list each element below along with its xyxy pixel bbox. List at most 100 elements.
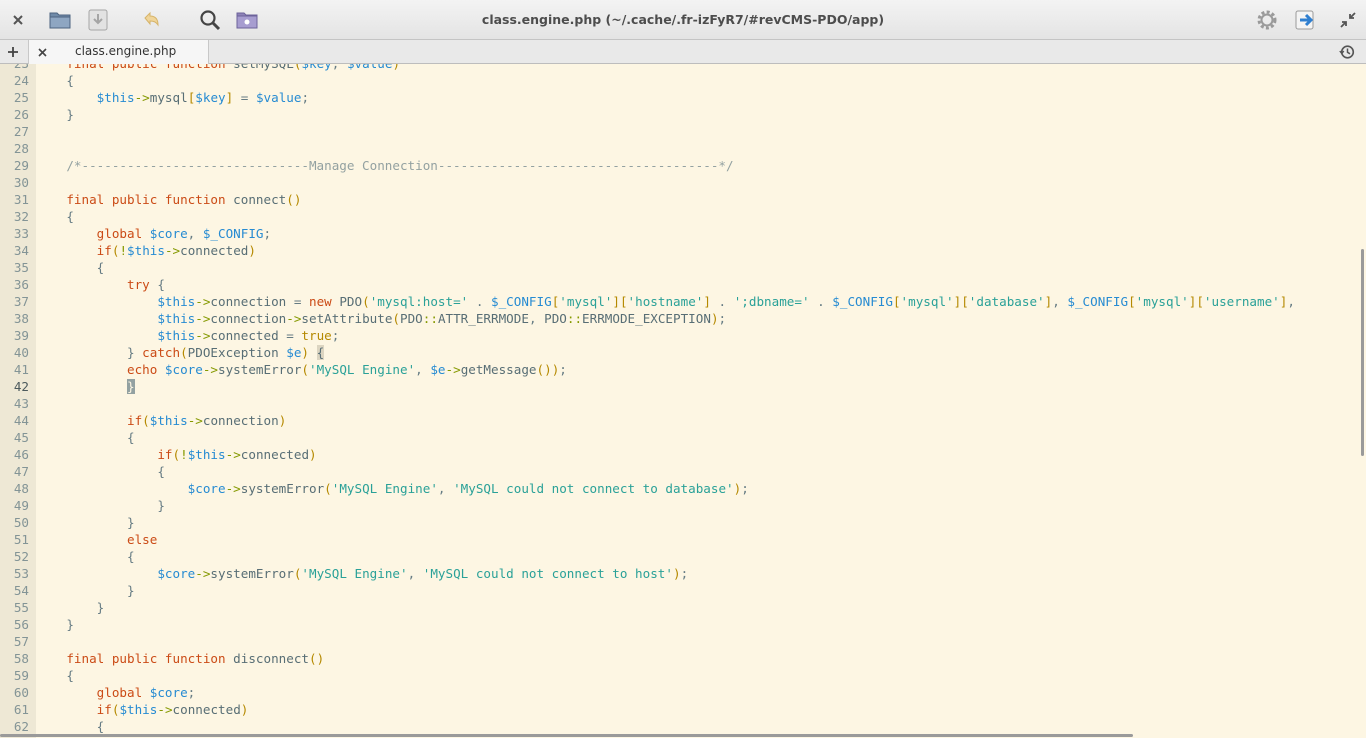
line-text: if($this->connected) (36, 701, 249, 718)
code-line[interactable]: 23 final public function setMySQL($key, … (14, 64, 1366, 72)
line-number: 39 (13, 328, 29, 343)
code-line[interactable]: 47 { (14, 463, 1366, 480)
code-line[interactable]: 27 (14, 123, 1366, 140)
code-line[interactable]: 43 (14, 395, 1366, 412)
code-line[interactable]: 54 } (14, 582, 1366, 599)
code-token: ][ (612, 294, 628, 309)
code-token: $this (187, 447, 226, 462)
code-line[interactable]: 26 } (14, 106, 1366, 123)
code-line[interactable]: 51 else (14, 531, 1366, 548)
code-line[interactable]: 60 global $core; (14, 684, 1366, 701)
share-button[interactable] (1290, 5, 1322, 35)
code-line[interactable]: 28 (14, 140, 1366, 157)
code-line[interactable]: 48 $core->systemError('MySQL Engine', 'M… (14, 480, 1366, 497)
tab-close-button[interactable] (35, 45, 49, 59)
code-line[interactable]: 31 final public function connect() (14, 191, 1366, 208)
code-line[interactable]: 57 (14, 633, 1366, 650)
code-line[interactable]: 29 /*------------------------------Manag… (14, 157, 1366, 174)
code-line[interactable]: 33 global $core, $_CONFIG; (14, 225, 1366, 242)
code-line[interactable]: 59 { (14, 667, 1366, 684)
code-token: systemError (218, 362, 302, 377)
close-window-button[interactable] (2, 5, 34, 35)
code-token: $this (157, 294, 196, 309)
code-line[interactable]: 39 $this->connected = true; (14, 327, 1366, 344)
tab-class-engine[interactable]: class.engine.php (28, 40, 209, 64)
line-text: /*------------------------------Manage C… (36, 157, 733, 174)
code-line[interactable]: 42 } (14, 378, 1366, 395)
line-number: 30 (13, 175, 29, 190)
code-token: } (36, 498, 165, 513)
code-line[interactable]: 41 echo $core->systemError('MySQL Engine… (14, 361, 1366, 378)
new-tab-button[interactable] (4, 43, 22, 61)
code-line[interactable]: 58 final public function disconnect() (14, 650, 1366, 667)
code-token: = (286, 294, 309, 309)
tab-bar: class.engine.php (0, 40, 1366, 64)
code-token: ; (331, 328, 340, 343)
code-token: -> (164, 243, 181, 258)
undo-button[interactable] (135, 5, 167, 35)
code-token: = (233, 90, 256, 105)
code-token: $this (127, 243, 165, 258)
code-line[interactable]: 55 } (14, 599, 1366, 616)
code-line[interactable]: 46 if(!$this->connected) (14, 446, 1366, 463)
code-token: { (36, 549, 135, 564)
code-token: 'mysql' (559, 294, 613, 309)
settings-button[interactable] (1251, 5, 1283, 35)
line-number: 31 (13, 192, 29, 207)
code-editor[interactable]: 23 final public function setMySQL($key, … (0, 64, 1366, 738)
search-button[interactable] (194, 5, 226, 35)
line-number: 38 (13, 311, 29, 326)
line-number: 45 (13, 430, 29, 445)
code-token: :: (566, 311, 583, 326)
code-token: ) (309, 447, 317, 462)
code-line[interactable]: 50 } (14, 514, 1366, 531)
save-button[interactable] (82, 5, 114, 35)
code-token: $core (149, 685, 188, 700)
code-line[interactable]: 32 { (14, 208, 1366, 225)
code-token: $e (286, 345, 302, 360)
code-line[interactable]: 35 { (14, 259, 1366, 276)
history-button[interactable] (1338, 43, 1356, 61)
code-line[interactable]: 44 if($this->connection) (14, 412, 1366, 429)
code-line[interactable]: 53 $core->systemError('MySQL Engine', 'M… (14, 565, 1366, 582)
code-line[interactable]: 40 } catch(PDOException $e) { (14, 344, 1366, 361)
code-token: if (96, 243, 112, 258)
code-token: -> (225, 481, 241, 496)
open-file-button[interactable] (44, 5, 76, 35)
code-line[interactable]: 62 { (14, 718, 1366, 735)
code-line[interactable]: 37 $this->connection = new PDO('mysql:ho… (14, 293, 1366, 310)
code-view[interactable]: 23 final public function setMySQL($key, … (14, 64, 1366, 735)
code-line[interactable]: 34 if(!$this->connected) (14, 242, 1366, 259)
code-line[interactable]: 36 try { (14, 276, 1366, 293)
code-line[interactable]: 49 } (14, 497, 1366, 514)
code-token: ( (301, 362, 310, 377)
code-line[interactable]: 52 { (14, 548, 1366, 565)
code-line[interactable]: 24 { (14, 72, 1366, 89)
code-token: else (127, 532, 158, 547)
line-number: 42 (13, 379, 29, 394)
code-token: $core (164, 362, 203, 377)
code-token: $_CONFIG (491, 294, 552, 309)
code-line[interactable]: 38 $this->connection->setAttribute(PDO::… (14, 310, 1366, 327)
code-token: ( (324, 481, 332, 496)
code-line[interactable]: 45 { (14, 429, 1366, 446)
code-line[interactable]: 30 (14, 174, 1366, 191)
project-button[interactable] (231, 5, 263, 35)
line-text: global $core, $_CONFIG; (36, 225, 271, 242)
code-line[interactable]: 61 if($this->connected) (14, 701, 1366, 718)
unfullscreen-button[interactable] (1332, 5, 1364, 35)
vertical-scrollbar[interactable] (1361, 249, 1364, 456)
code-token: 'mysql:host=' (369, 294, 469, 309)
line-text: echo $core->systemError('MySQL Engine', … (36, 361, 567, 378)
code-token: true (301, 328, 332, 343)
code-line[interactable]: 25 $this->mysql[$key] = $value; (14, 89, 1366, 106)
line-number: 59 (13, 668, 29, 683)
code-token: $this (157, 311, 196, 326)
code-token: 'MySQL could not connect to host' (422, 566, 673, 581)
horizontal-scrollbar[interactable] (0, 734, 1133, 737)
export-arrow-icon (1295, 10, 1314, 30)
code-line[interactable]: 56 } (14, 616, 1366, 633)
